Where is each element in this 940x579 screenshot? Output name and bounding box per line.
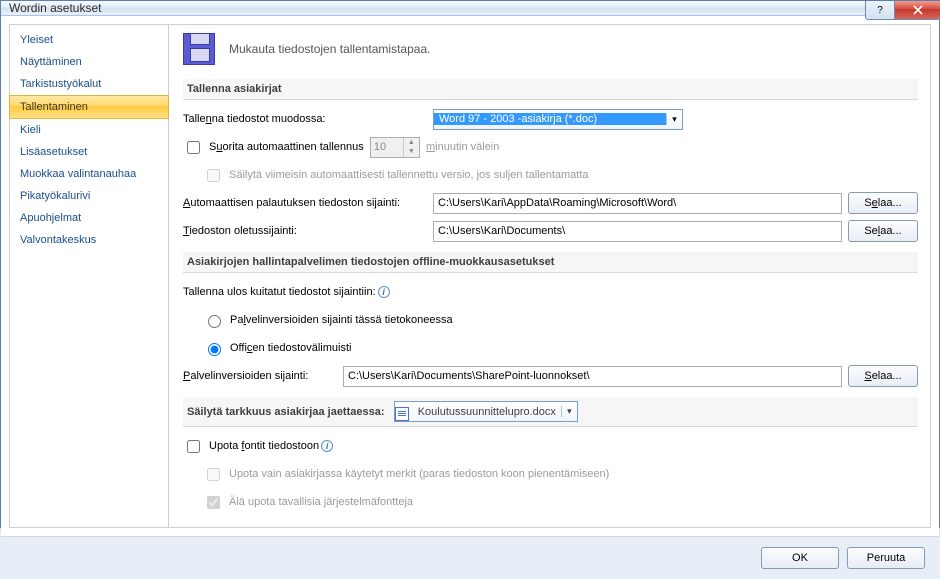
row-radio-cache: Officen tiedostovälimuisti	[183, 337, 918, 359]
label-save-format: Tallenna tiedostot muodossa:	[183, 113, 433, 125]
autosave-interval-spinner[interactable]: ▲▼	[370, 137, 420, 158]
sidebar-item-save[interactable]: Tallentaminen	[9, 95, 169, 119]
ok-button[interactable]: OK	[761, 547, 839, 569]
sidebar-item-proofing[interactable]: Tarkistustyökalut	[10, 73, 168, 95]
radio-office-cache[interactable]: Officen tiedostovälimuisti	[203, 340, 351, 356]
row-embed-nosys: Älä upota tavallisia järjestelmäfontteja	[183, 491, 918, 513]
window-title: Wordin asetukset	[9, 1, 102, 15]
dialog-footer: OK Peruuta	[1, 536, 939, 579]
titlebar: Wordin asetukset ?	[1, 1, 939, 16]
radio-office-cache-label: Officen tiedostovälimuisti	[230, 342, 351, 354]
checkbox-keep-last-input	[207, 169, 220, 182]
browse-default-button[interactable]: Selaa...	[848, 220, 918, 242]
sidebar-item-ribbon[interactable]: Muokkaa valintanauhaa	[10, 163, 168, 185]
checkbox-keep-last-label: Säilytä viimeisin automaattisesti tallen…	[229, 169, 589, 181]
autosave-interval-input	[371, 138, 403, 157]
radio-server-location[interactable]: Palvelinversioiden sijainti tässä tietok…	[203, 312, 453, 328]
checkbox-embed-nosys: Älä upota tavallisia järjestelmäfontteja	[203, 493, 413, 512]
checkbox-embed-fonts-input[interactable]	[187, 440, 200, 453]
checkbox-embed-subset: Upota vain asiakirjassa käytetyt merkit …	[203, 465, 609, 484]
radio-server-location-input[interactable]	[208, 315, 221, 328]
browse-server-drafts-button[interactable]: Selaa...	[848, 365, 918, 387]
label-default-loc: Tiedoston oletussijainti:	[183, 225, 433, 237]
checkbox-embed-fonts[interactable]: Upota fontit tiedostoon	[183, 437, 319, 456]
row-default-loc: Tiedoston oletussijainti: Selaa...	[183, 220, 918, 242]
radio-office-cache-input[interactable]	[208, 343, 221, 356]
sidebar-item-trust[interactable]: Valvontakeskus	[10, 229, 168, 251]
window-buttons: ?	[865, 1, 939, 20]
panel-header: Mukauta tiedostojen tallentamistapaa.	[183, 33, 918, 65]
row-autosave: Suorita automaattinen tallennus ▲▼ minuu…	[183, 136, 918, 158]
row-server-drafts: Palvelinversioiden sijainti: Selaa...	[183, 365, 918, 387]
row-keep-last: Säilytä viimeisin automaattisesti tallen…	[183, 164, 918, 186]
row-autorecover-loc: Automaattisen palautuksen tiedoston sija…	[183, 192, 918, 214]
browse-autorecover-button[interactable]: Selaa...	[848, 192, 918, 214]
sidebar-item-general[interactable]: Yleiset	[10, 29, 168, 51]
close-icon	[913, 5, 923, 15]
checkbox-embed-fonts-label: Upota fontit tiedostoon	[209, 440, 319, 452]
content: Yleiset Näyttäminen Tarkistustyökalut Ta…	[1, 16, 939, 536]
combo-fidelity-value: Koulutussuunnittelupro.docx	[413, 406, 561, 418]
sidebar-item-display[interactable]: Näyttäminen	[10, 51, 168, 73]
checkbox-autosave[interactable]: Suorita automaattinen tallennus	[183, 138, 364, 157]
sidebar-item-language[interactable]: Kieli	[10, 119, 168, 141]
row-embed-subset: Upota vain asiakirjassa käytetyt merkit …	[183, 463, 918, 485]
label-checkout-lead: Tallenna ulos kuitatut tiedostot sijaint…	[183, 286, 376, 298]
autosave-suffix: minuutin välein	[426, 141, 499, 153]
checkbox-embed-subset-input	[207, 468, 220, 481]
sidebar-item-qat[interactable]: Pikatyökalurivi	[10, 185, 168, 207]
checkbox-keep-last: Säilytä viimeisin automaattisesti tallen…	[203, 166, 589, 185]
info-icon[interactable]: i	[378, 286, 390, 298]
row-radio-server: Palvelinversioiden sijainti tässä tietok…	[183, 309, 918, 331]
row-embed-fonts: Upota fontit tiedostoon i	[183, 435, 918, 457]
close-button[interactable]	[894, 1, 940, 20]
checkbox-embed-subset-label: Upota vain asiakirjassa käytetyt merkit …	[229, 468, 609, 480]
section-save-documents: Tallenna asiakirjat	[183, 79, 918, 100]
section-fidelity: Säilytä tarkkuus asiakirjaa jaettaessa: …	[183, 397, 918, 427]
sidebar-item-addins[interactable]: Apuohjelmat	[10, 207, 168, 229]
category-sidebar: Yleiset Näyttäminen Tarkistustyökalut Ta…	[9, 24, 169, 528]
input-autorecover-loc[interactable]	[433, 193, 842, 214]
checkbox-embed-nosys-label: Älä upota tavallisia järjestelmäfontteja	[229, 496, 413, 508]
spinner-arrows: ▲▼	[403, 138, 419, 157]
combo-fidelity-doc[interactable]: Koulutussuunnittelupro.docx ▾	[394, 401, 578, 422]
main-panel: Mukauta tiedostojen tallentamistapaa. Ta…	[169, 24, 931, 528]
section-offline: Asiakirjojen hallintapalvelimen tiedosto…	[183, 252, 918, 273]
label-fidelity: Säilytä tarkkuus asiakirjaa jaettaessa:	[187, 406, 385, 418]
input-default-loc[interactable]	[433, 221, 842, 242]
chevron-down-icon: ▾	[666, 114, 682, 125]
row-checkout-lead: Tallenna ulos kuitatut tiedostot sijaint…	[183, 281, 918, 303]
label-autorecover-loc: Automaattisen palautuksen tiedoston sija…	[183, 197, 433, 209]
panel-header-text: Mukauta tiedostojen tallentamistapaa.	[229, 42, 430, 56]
label-server-drafts: Palvelinversioiden sijainti:	[183, 370, 343, 382]
input-server-drafts[interactable]	[343, 366, 842, 387]
radio-server-location-label: Palvelinversioiden sijainti tässä tietok…	[230, 314, 453, 326]
combo-save-format[interactable]: Word 97 - 2003 -asiakirja (*.doc) ▾	[433, 109, 683, 130]
save-disk-icon	[183, 33, 215, 65]
help-button[interactable]: ?	[865, 1, 895, 20]
sidebar-item-advanced[interactable]: Lisäasetukset	[10, 141, 168, 163]
row-format: Tallenna tiedostot muodossa: Word 97 - 2…	[183, 108, 918, 130]
cancel-button[interactable]: Peruuta	[847, 547, 925, 569]
info-icon[interactable]: i	[321, 440, 333, 452]
checkbox-autosave-input[interactable]	[187, 141, 200, 154]
checkbox-autosave-label: Suorita automaattinen tallennus	[209, 141, 364, 153]
combo-save-format-value: Word 97 - 2003 -asiakirja (*.doc)	[434, 113, 666, 125]
chevron-down-icon: ▾	[561, 406, 577, 417]
word-doc-icon	[395, 407, 409, 421]
options-dialog: Wordin asetukset ? Yleiset Näyttäminen T…	[0, 0, 940, 528]
checkbox-embed-nosys-input	[207, 496, 220, 509]
